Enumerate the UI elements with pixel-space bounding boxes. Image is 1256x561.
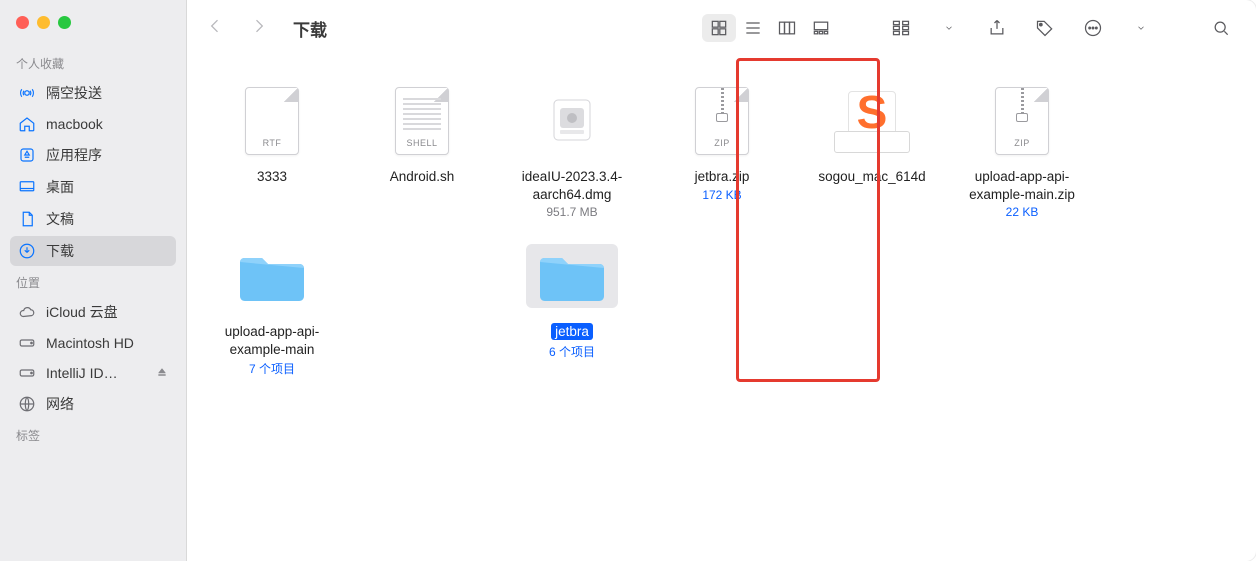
- disk-icon: [18, 364, 36, 382]
- sidebar-item-label: 应用程序: [46, 145, 102, 165]
- sidebar-item-label: macbook: [46, 116, 103, 132]
- file-item[interactable]: ideaIU-2023.3.4-aarch64.dmg 951.7 MB: [497, 70, 647, 225]
- fullscreen-button[interactable]: [58, 16, 71, 29]
- file-grid[interactable]: RTF3333SHELLAndroid.shideaIU-2023.3.4-aa…: [187, 56, 1256, 561]
- file-name: 3333: [201, 168, 343, 186]
- file-sub: 951.7 MB: [501, 205, 643, 219]
- view-list-button[interactable]: [736, 14, 770, 42]
- minimize-button[interactable]: [37, 16, 50, 29]
- file-sub: 22 KB: [951, 205, 1093, 219]
- sidebar-item-intellij[interactable]: IntelliJ ID…: [10, 359, 176, 387]
- more-chevron-icon[interactable]: [1124, 14, 1158, 42]
- sidebar-item-macintosh-hd[interactable]: Macintosh HD: [10, 329, 176, 357]
- group-button[interactable]: [884, 14, 918, 42]
- disk-icon: [18, 334, 36, 352]
- file-name: upload-app-api-example-main: [201, 323, 343, 358]
- share-button[interactable]: [980, 14, 1014, 42]
- file-item[interactable]: Ssogou_mac_614d: [797, 70, 947, 225]
- app-icon: [18, 146, 36, 164]
- sidebar-item-label: IntelliJ ID…: [46, 365, 118, 381]
- zip-icon: ZIP: [695, 87, 749, 155]
- sidebar-item-documents[interactable]: 文稿: [10, 204, 176, 234]
- sidebar-item-network[interactable]: 网络: [10, 389, 176, 419]
- window-title: 下载: [293, 16, 327, 41]
- folder-icon: [526, 244, 618, 308]
- doc-icon: [18, 210, 36, 228]
- file-item[interactable]: SHELL Android.sh: [347, 70, 497, 225]
- more-button[interactable]: [1076, 14, 1110, 42]
- search-button[interactable]: [1204, 14, 1238, 42]
- view-gallery-button[interactable]: [804, 14, 838, 42]
- file-name: jetbra.zip: [651, 168, 793, 186]
- globe-icon: [18, 395, 36, 413]
- sidebar-item-applications[interactable]: 应用程序: [10, 140, 176, 170]
- file-item[interactable]: RTF 3333: [197, 70, 347, 225]
- file-name: ideaIU-2023.3.4-aarch64.dmg: [501, 168, 643, 203]
- back-button[interactable]: [205, 16, 225, 41]
- view-icons-button[interactable]: [702, 14, 736, 42]
- tag-button[interactable]: [1028, 14, 1062, 42]
- sidebar: 个人收藏 隔空投送 macbook 应用程序 桌面 文稿 下载 位置 iClou…: [0, 0, 187, 561]
- sidebar-item-airdrop[interactable]: 隔空投送: [10, 78, 176, 108]
- sidebar-item-label: 文稿: [46, 209, 74, 229]
- sidebar-item-icloud[interactable]: iCloud 云盘: [10, 297, 176, 327]
- sidebar-item-label: Macintosh HD: [46, 335, 134, 351]
- app-icon: S: [834, 85, 910, 157]
- eject-icon[interactable]: [156, 365, 168, 381]
- house-icon: [18, 115, 36, 133]
- file-sub: 6 个项目: [501, 343, 643, 360]
- file-name: Android.sh: [351, 168, 493, 186]
- sidebar-section-locations: 位置: [16, 274, 176, 291]
- file-item[interactable]: jetbra 6 个项目: [497, 225, 647, 383]
- sidebar-section-tags: 标签: [16, 427, 176, 444]
- close-button[interactable]: [16, 16, 29, 29]
- file-item[interactable]: upload-app-api-example-main 7 个项目: [197, 225, 347, 383]
- sidebar-item-desktop[interactable]: 桌面: [10, 172, 176, 202]
- forward-button[interactable]: [249, 16, 269, 41]
- rtf-icon: RTF: [245, 87, 299, 155]
- file-name: upload-app-api-example-main.zip: [951, 168, 1093, 203]
- group-chevron-icon[interactable]: [932, 14, 966, 42]
- sidebar-item-label: 网络: [46, 394, 74, 414]
- sidebar-item-label: 下载: [46, 241, 74, 261]
- view-columns-button[interactable]: [770, 14, 804, 42]
- dmg-icon: [545, 87, 599, 155]
- sidebar-item-downloads[interactable]: 下载: [10, 236, 176, 266]
- sidebar-item-label: 桌面: [46, 177, 74, 197]
- file-sub: 7 个项目: [201, 360, 343, 377]
- sidebar-item-label: 隔空投送: [46, 83, 102, 103]
- window-controls: [16, 16, 176, 29]
- file-name: jetbra: [501, 323, 643, 341]
- file-name: sogou_mac_614d: [801, 168, 943, 186]
- download-icon: [18, 242, 36, 260]
- file-item[interactable]: ZIP upload-app-api-example-main.zip 22 KB: [947, 70, 1097, 225]
- view-switcher: [702, 14, 838, 42]
- folder-icon: [236, 248, 308, 304]
- main: 下载 RTF3333SHELLAndroid.shideaIU-2023.3.4…: [187, 0, 1256, 561]
- sidebar-item-home[interactable]: macbook: [10, 110, 176, 138]
- zip-icon: ZIP: [995, 87, 1049, 155]
- toolbar: 下载: [187, 0, 1256, 56]
- desktop-icon: [18, 178, 36, 196]
- cloud-icon: [18, 303, 36, 321]
- sidebar-section-favorites: 个人收藏: [16, 55, 176, 72]
- file-item[interactable]: ZIP jetbra.zip 172 KB: [647, 70, 797, 225]
- sidebar-item-label: iCloud 云盘: [46, 302, 118, 322]
- airdrop-icon: [18, 84, 36, 102]
- shell-icon: SHELL: [395, 87, 449, 155]
- file-sub: 172 KB: [651, 188, 793, 202]
